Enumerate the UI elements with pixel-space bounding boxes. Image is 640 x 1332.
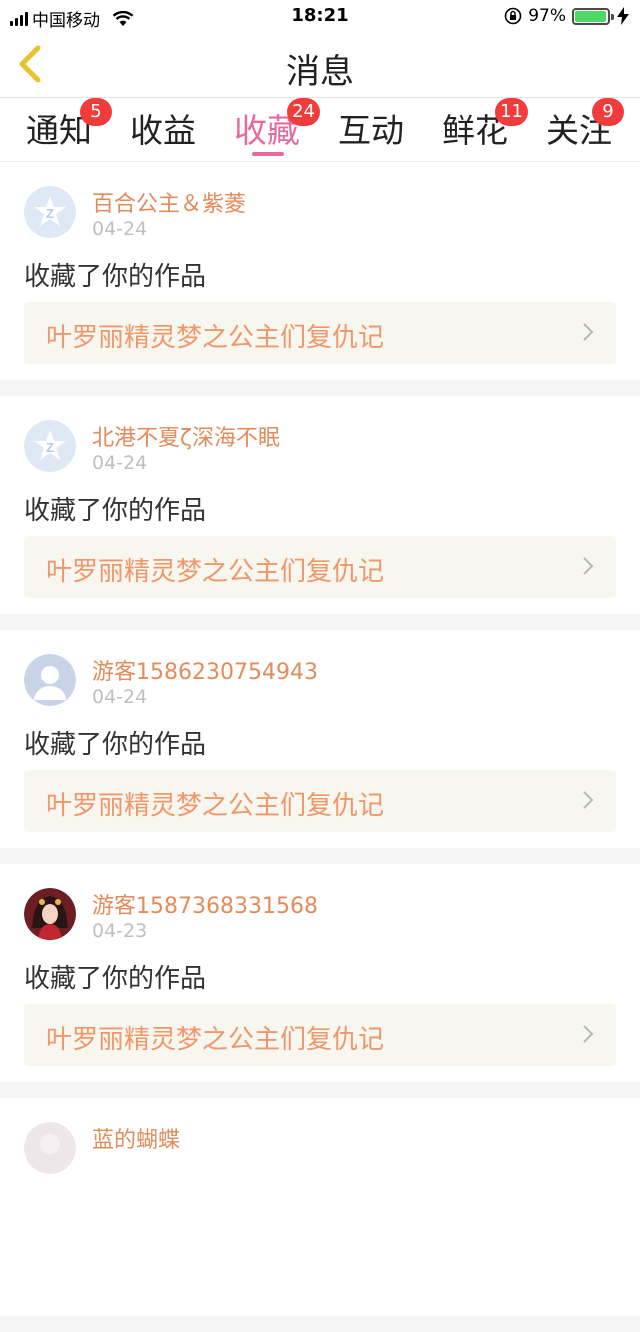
tab-label: 收益: [130, 111, 196, 150]
chevron-right-icon: [583, 1025, 594, 1043]
timestamp: 04-24: [92, 686, 148, 708]
status-right: 97%: [504, 6, 630, 26]
page-title: 消息: [286, 52, 354, 92]
list-item: Z 北港不夏ζ深海不眠 04-24 收藏了你的作品 叶罗丽精灵梦之公主们复仇记: [0, 396, 640, 614]
chevron-right-icon: [583, 791, 594, 809]
work-title: 叶罗丽精灵梦之公主们复仇记: [46, 557, 385, 587]
unread-badge: 5: [80, 98, 112, 126]
work-link[interactable]: 叶罗丽精灵梦之公主们复仇记: [24, 536, 616, 598]
tab-flowers[interactable]: 鲜花 11: [442, 98, 528, 156]
guest-avatar-icon[interactable]: [24, 654, 76, 706]
tab-earnings[interactable]: 收益: [130, 104, 196, 156]
username[interactable]: 游客1587368331568: [92, 888, 318, 920]
chevron-right-icon: [583, 323, 594, 341]
charging-bolt-icon: [617, 7, 629, 25]
status-bar: 中国移动 18:21 97%: [0, 0, 640, 32]
timestamp: 04-23: [92, 920, 148, 942]
work-link[interactable]: 叶罗丽精灵梦之公主们复仇记: [24, 302, 616, 364]
action-text: 收藏了你的作品: [24, 496, 207, 526]
username[interactable]: 游客1586230754943: [92, 654, 318, 686]
anime-avatar[interactable]: [24, 888, 76, 940]
tab-notifications[interactable]: 通知 5: [26, 98, 112, 156]
active-tab-indicator: [252, 152, 284, 156]
list-item: 蓝的蝴蝶: [0, 1098, 640, 1316]
qq-default-icon[interactable]: Z: [24, 420, 76, 472]
unread-badge: 11: [495, 98, 528, 126]
tab-favorites[interactable]: 收藏 24: [234, 98, 320, 156]
tab-label: 互动: [338, 111, 404, 150]
svg-text:Z: Z: [46, 206, 54, 221]
tab-following[interactable]: 关注 9: [546, 98, 624, 156]
work-title: 叶罗丽精灵梦之公主们复仇记: [46, 791, 385, 821]
work-link[interactable]: 叶罗丽精灵梦之公主们复仇记: [24, 770, 616, 832]
qq-default-icon[interactable]: Z: [24, 186, 76, 238]
timestamp: 04-24: [92, 452, 148, 474]
timestamp: 04-24: [92, 218, 148, 240]
battery-icon: [572, 7, 614, 25]
battery-fill: [575, 10, 607, 22]
favorites-feed: Z 百合公主＆紫菱 04-24 收藏了你的作品 叶罗丽精灵梦之公主们复仇记 Z …: [0, 162, 640, 1332]
partial-avatar[interactable]: [24, 1122, 76, 1174]
unread-badge: 24: [287, 98, 320, 126]
username[interactable]: 百合公主＆紫菱: [92, 186, 246, 218]
action-text: 收藏了你的作品: [24, 964, 207, 994]
username[interactable]: 蓝的蝴蝶: [92, 1122, 180, 1154]
nav-bar: 消息: [0, 32, 640, 98]
list-item: 游客1586230754943 04-24 收藏了你的作品 叶罗丽精灵梦之公主们…: [0, 630, 640, 848]
chevron-right-icon: [583, 557, 594, 575]
work-title: 叶罗丽精灵梦之公主们复仇记: [46, 1025, 385, 1055]
unread-badge: 9: [592, 98, 624, 126]
list-item: 游客1587368331568 04-23 收藏了你的作品 叶罗丽精灵梦之公主们…: [0, 864, 640, 1082]
action-text: 收藏了你的作品: [24, 262, 207, 292]
battery-percent: 97%: [528, 6, 566, 26]
list-item: Z 百合公主＆紫菱 04-24 收藏了你的作品 叶罗丽精灵梦之公主们复仇记: [0, 162, 640, 380]
username[interactable]: 北港不夏ζ深海不眠: [92, 420, 280, 452]
orientation-lock-icon: [504, 7, 522, 25]
work-link[interactable]: 叶罗丽精灵梦之公主们复仇记: [24, 1004, 616, 1066]
svg-text:Z: Z: [46, 440, 54, 455]
tab-interactions[interactable]: 互动: [338, 104, 404, 156]
tab-bar: 通知 5 收益 收藏 24 互动 鲜花 11 关注 9: [0, 98, 640, 162]
work-title: 叶罗丽精灵梦之公主们复仇记: [46, 323, 385, 353]
action-text: 收藏了你的作品: [24, 730, 207, 760]
